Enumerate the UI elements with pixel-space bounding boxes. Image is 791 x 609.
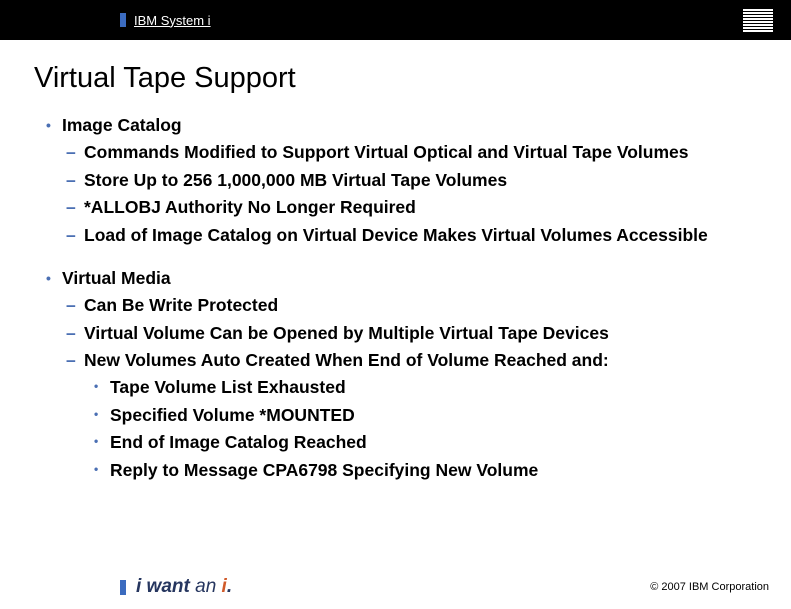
item-text: New Volumes Auto Created When End of Vol…: [84, 350, 609, 370]
brand-mark-icon: [120, 580, 126, 595]
list-item: Can Be Write Protected: [62, 293, 755, 318]
header-left: IBM System i: [120, 13, 211, 28]
item-text: Store Up to 256 1,000,000 MB Virtual Tap…: [84, 170, 507, 190]
footer-bar: i want an i. © 2007 IBM Corporation: [0, 565, 791, 609]
section-heading-text: Image Catalog: [62, 115, 182, 135]
section-heading-text: Virtual Media: [62, 268, 171, 288]
list-item: Reply to Message CPA6798 Specifying New …: [84, 458, 755, 483]
section-heading: Image Catalog Commands Modified to Suppo…: [44, 113, 755, 248]
tagline: i want an i.: [136, 576, 232, 598]
list-item: *ALLOBJ Authority No Longer Required: [62, 195, 755, 220]
item-text: Commands Modified to Support Virtual Opt…: [84, 142, 688, 162]
tagline-prefix: i want: [136, 576, 195, 597]
list-item: New Volumes Auto Created When End of Vol…: [62, 348, 755, 483]
list-item: Tape Volume List Exhausted: [84, 375, 755, 400]
sub-sub-list: Tape Volume List Exhausted Specified Vol…: [84, 375, 755, 483]
list-item: Commands Modified to Support Virtual Opt…: [62, 140, 755, 165]
product-line-text: IBM System i: [134, 13, 211, 28]
tagline-an: an: [195, 576, 221, 597]
sub-list: Can Be Write Protected Virtual Volume Ca…: [62, 293, 755, 483]
bullet-section-1: Virtual Media Can Be Write Protected Vir…: [44, 266, 755, 483]
brand-mark-icon: [120, 13, 126, 27]
slide-content: Image Catalog Commands Modified to Suppo…: [0, 113, 791, 565]
list-item: Load of Image Catalog on Virtual Device …: [62, 223, 755, 248]
slide: IBM System i Virtual Tape Support Image …: [0, 0, 791, 609]
item-text: Virtual Volume Can be Opened by Multiple…: [84, 323, 609, 343]
section-heading: Virtual Media Can Be Write Protected Vir…: [44, 266, 755, 483]
item-text: Can Be Write Protected: [84, 295, 278, 315]
list-item: Virtual Volume Can be Opened by Multiple…: [62, 321, 755, 346]
slide-title: Virtual Tape Support: [34, 62, 791, 95]
list-item: Specified Volume *MOUNTED: [84, 403, 755, 428]
header-bar: IBM System i: [0, 0, 791, 40]
copyright: © 2007 IBM Corporation: [650, 581, 769, 593]
item-text: Specified Volume *MOUNTED: [110, 405, 355, 425]
sub-list: Commands Modified to Support Virtual Opt…: [62, 140, 755, 248]
item-text: Reply to Message CPA6798 Specifying New …: [110, 460, 538, 480]
list-item: Store Up to 256 1,000,000 MB Virtual Tap…: [62, 168, 755, 193]
item-text: End of Image Catalog Reached: [110, 432, 367, 452]
product-line: IBM System i: [134, 13, 211, 28]
bullet-section-0: Image Catalog Commands Modified to Suppo…: [44, 113, 755, 248]
tagline-dot: .: [227, 576, 232, 597]
ibm-logo-icon: [743, 9, 773, 32]
item-text: Tape Volume List Exhausted: [110, 377, 346, 397]
footer-left: i want an i.: [120, 576, 232, 598]
item-text: Load of Image Catalog on Virtual Device …: [84, 225, 708, 245]
list-item: End of Image Catalog Reached: [84, 430, 755, 455]
item-text: *ALLOBJ Authority No Longer Required: [84, 197, 416, 217]
